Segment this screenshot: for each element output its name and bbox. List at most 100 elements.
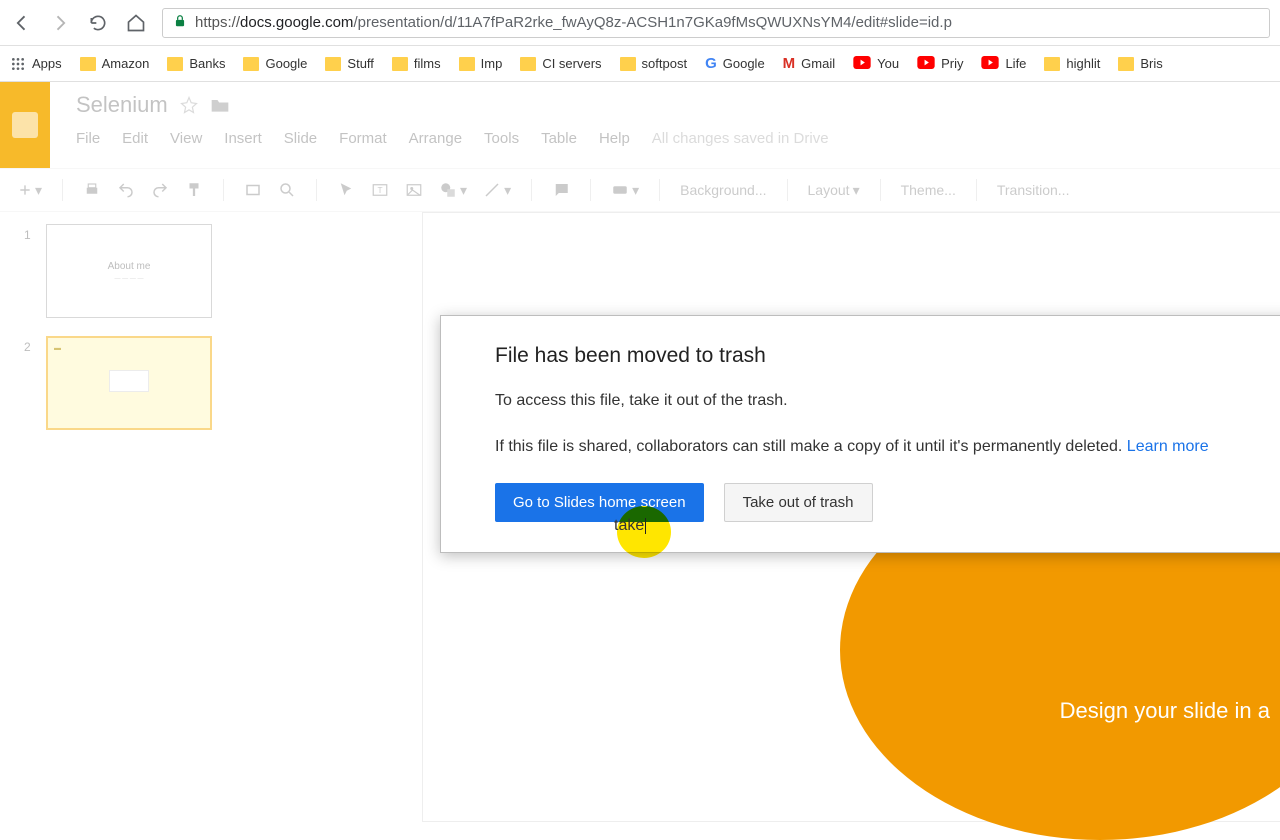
arrow-left-icon: [12, 13, 32, 33]
bookmark-priy[interactable]: Priy: [917, 56, 963, 72]
menu-edit[interactable]: Edit: [122, 130, 148, 147]
textbox-icon: T: [371, 181, 389, 199]
bookmark-softpost[interactable]: softpost: [620, 56, 688, 71]
zoom-to-fit-button[interactable]: [244, 181, 262, 199]
paint-format-button[interactable]: [185, 181, 203, 199]
select-tool[interactable]: [337, 181, 355, 199]
image-icon: [405, 181, 423, 199]
move-folder-icon[interactable]: [210, 96, 230, 114]
apps-icon: [10, 56, 26, 72]
app-header: Selenium File Edit View Insert Slide For…: [0, 82, 1280, 168]
bookmark-stuff[interactable]: Stuff: [325, 56, 374, 71]
dialog-line2: If this file is shared, collaborators ca…: [495, 436, 1245, 458]
print-button[interactable]: [83, 181, 101, 199]
slides-logo[interactable]: [0, 82, 50, 168]
slide-canvas[interactable]: Design your slide in a File has been mov…: [260, 212, 1280, 720]
folder-icon: [325, 57, 341, 71]
star-icon[interactable]: [180, 96, 198, 114]
folder-icon: [1044, 57, 1060, 71]
menu-format[interactable]: Format: [339, 130, 387, 147]
bookmark-google-folder[interactable]: Google: [243, 56, 307, 71]
undo-icon: [117, 181, 135, 199]
home-button[interactable]: [124, 11, 148, 35]
folder-icon: [167, 57, 183, 71]
cursor-icon: [337, 181, 355, 199]
dialog-title: File has been moved to trash: [495, 344, 1245, 368]
reload-icon: [88, 13, 108, 33]
back-button[interactable]: [10, 11, 34, 35]
slide-thumbnail-1[interactable]: About me — — — —: [46, 224, 212, 318]
youtube-icon: [981, 56, 999, 72]
zoom-icon: [278, 181, 296, 199]
slide-filmstrip: 1 About me — — — — 2 ▬: [0, 212, 260, 720]
highlight-text-overlay: take: [614, 517, 646, 535]
trash-dialog: File has been moved to trash To access t…: [440, 315, 1280, 553]
url-scheme: https://: [195, 14, 240, 31]
forward-button[interactable]: [48, 11, 72, 35]
bookmark-life[interactable]: Life: [981, 56, 1026, 72]
zoom-button[interactable]: [278, 181, 296, 199]
keyboard-icon: [611, 181, 629, 199]
thumb1-title: About me: [108, 261, 151, 272]
gmail-icon: M: [783, 55, 796, 72]
menu-table[interactable]: Table: [541, 130, 577, 147]
transition-button[interactable]: Transition...: [997, 182, 1070, 198]
bookmark-films[interactable]: films: [392, 56, 441, 71]
bookmark-amazon[interactable]: Amazon: [80, 56, 150, 71]
document-title[interactable]: Selenium: [76, 92, 168, 118]
menu-help[interactable]: Help: [599, 130, 630, 147]
bookmarks-bar: Apps Amazon Banks Google Stuff films Imp…: [0, 46, 1280, 82]
menu-tools[interactable]: Tools: [484, 130, 519, 147]
image-tool[interactable]: [405, 181, 423, 199]
background-button[interactable]: Background...: [680, 182, 766, 198]
bookmark-imp[interactable]: Imp: [459, 56, 503, 71]
redo-button[interactable]: [151, 181, 169, 199]
bookmark-google[interactable]: GGoogle: [705, 55, 765, 72]
bookmark-banks[interactable]: Banks: [167, 56, 225, 71]
comment-button[interactable]: [552, 181, 570, 199]
folder-icon: [520, 57, 536, 71]
comment-icon: [552, 181, 570, 199]
menubar: File Edit View Insert Slide Format Arran…: [76, 130, 1280, 147]
bookmark-bris[interactable]: Bris: [1118, 56, 1162, 71]
learn-more-link[interactable]: Learn more: [1127, 438, 1209, 455]
menu-arrange[interactable]: Arrange: [409, 130, 462, 147]
folder-icon: [459, 57, 475, 71]
folder-icon: [80, 57, 96, 71]
folder-icon: [243, 57, 259, 71]
menu-view[interactable]: View: [170, 130, 202, 147]
bookmark-you[interactable]: You: [853, 56, 899, 72]
theme-button[interactable]: Theme...: [901, 182, 956, 198]
browser-navbar: https://docs.google.com/presentation/d/1…: [0, 0, 1280, 46]
bookmark-ciservers[interactable]: CI servers: [520, 56, 601, 71]
new-slide-button[interactable]: ▾: [18, 182, 42, 199]
slide-thumbnail-2[interactable]: ▬: [46, 336, 212, 430]
redo-icon: [151, 181, 169, 199]
paint-icon: [185, 181, 203, 199]
print-icon: [83, 181, 101, 199]
textbox-tool[interactable]: T: [371, 181, 389, 199]
home-icon: [126, 13, 146, 33]
go-home-button[interactable]: Go to Slides home screen: [495, 483, 704, 522]
reload-button[interactable]: [86, 11, 110, 35]
undo-button[interactable]: [117, 181, 135, 199]
bookmark-highlit[interactable]: highlit: [1044, 56, 1100, 71]
menu-file[interactable]: File: [76, 130, 100, 147]
lock-icon: [173, 14, 187, 32]
chevron-down-icon: ▾: [504, 182, 511, 199]
input-tool[interactable]: ▾: [611, 181, 639, 199]
bookmark-gmail[interactable]: MGmail: [783, 55, 835, 72]
svg-text:T: T: [378, 186, 383, 195]
chevron-down-icon: ▾: [632, 182, 639, 199]
line-tool[interactable]: ▾: [483, 181, 511, 199]
chevron-down-icon: ▾: [35, 182, 42, 199]
address-bar[interactable]: https://docs.google.com/presentation/d/1…: [162, 8, 1270, 38]
shape-tool[interactable]: ▾: [439, 181, 467, 199]
apps-shortcut[interactable]: Apps: [10, 56, 62, 72]
menu-slide[interactable]: Slide: [284, 130, 317, 147]
menu-insert[interactable]: Insert: [224, 130, 262, 147]
youtube-icon: [853, 56, 871, 72]
take-out-trash-button[interactable]: Take out of trash: [724, 483, 873, 522]
line-icon: [483, 181, 501, 199]
layout-button[interactable]: Layout ▾: [808, 182, 860, 199]
